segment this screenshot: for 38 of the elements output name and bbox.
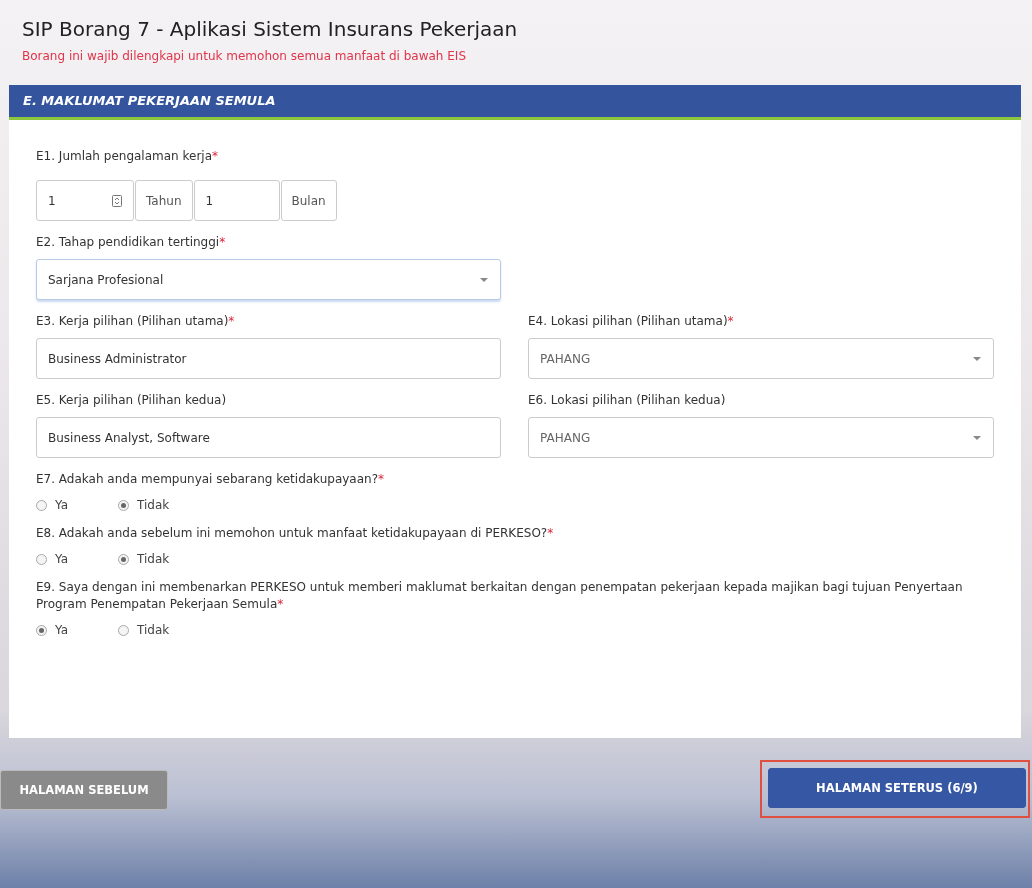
question-label: E2. Tahap pendidikan tertinggi* [36,234,227,251]
form-notice: Borang ini wajib dilengkapi untuk memohon semua manfaat di bawah EIS [22,48,468,64]
question-label: E3. Kerja pilihan (Pilihan utama)* [36,313,236,330]
next-page-button[interactable]: HALAMAN SETERUS (6/9) [768,768,1026,808]
question-label: E8. Adakah anda sebelum ini memohon untuk manfaat ketidakupayaan di PERKESO?* [36,525,555,542]
radio-button[interactable] [118,624,129,636]
question-label: E6. Lokasi pilihan (Pilihan kedua) [528,392,727,409]
radio-button[interactable] [118,499,129,511]
dropdown[interactable]: PAHANG [528,417,994,458]
question-label: E9. Saya dengan ini membenarkan PERKESO untuk memberi maklumat berkaitan dengan penempatan pekerjaan kepada majikan bagi tujuan Penyertaan Program Penempatan Pekerjaan Semula* [36,579,964,613]
page-title: SIP Borang 7 - Aplikasi Sistem Insurans Pekerjaan [22,16,519,43]
question-label: E5. Kerja pilihan (Pilihan kedua) [36,392,228,409]
question-label: E7. Adakah anda mempunyai sebarang ketidakupayaan?* [36,471,386,488]
caret-icon [973,436,981,440]
question-label: E1. Jumlah pengalaman kerja* [36,148,220,165]
unit-label: Tahun [135,180,193,221]
spinner-icon[interactable] [112,194,122,207]
radio-button[interactable] [36,553,47,565]
radio-button[interactable] [36,499,47,511]
dropdown[interactable]: Sarjana Profesional [36,259,501,300]
option-label: Ya [55,498,69,512]
radio-button[interactable] [36,624,47,636]
option-label: Tidak [137,498,170,512]
option-label: Tidak [137,623,170,637]
number-field[interactable]: 1 [193,180,280,221]
text-field[interactable]: Business Administrator [36,338,501,379]
caret-icon [480,278,488,282]
dropdown[interactable]: PAHANG [528,338,994,379]
number-field[interactable]: 1 [36,180,134,221]
option-label: Tidak [137,552,170,566]
option-label: Ya [55,623,69,637]
unit-label: Bulan [280,180,337,221]
option-label: Ya [55,552,69,566]
text-field[interactable]: Business Analyst, Software [36,417,501,458]
section-header: E. MAKLUMAT PEKERJAAN SEMULA [9,85,1021,120]
radio-button[interactable] [118,553,129,565]
question-label: E4. Lokasi pilihan (Pilihan utama)* [528,313,735,330]
caret-icon [973,357,981,361]
